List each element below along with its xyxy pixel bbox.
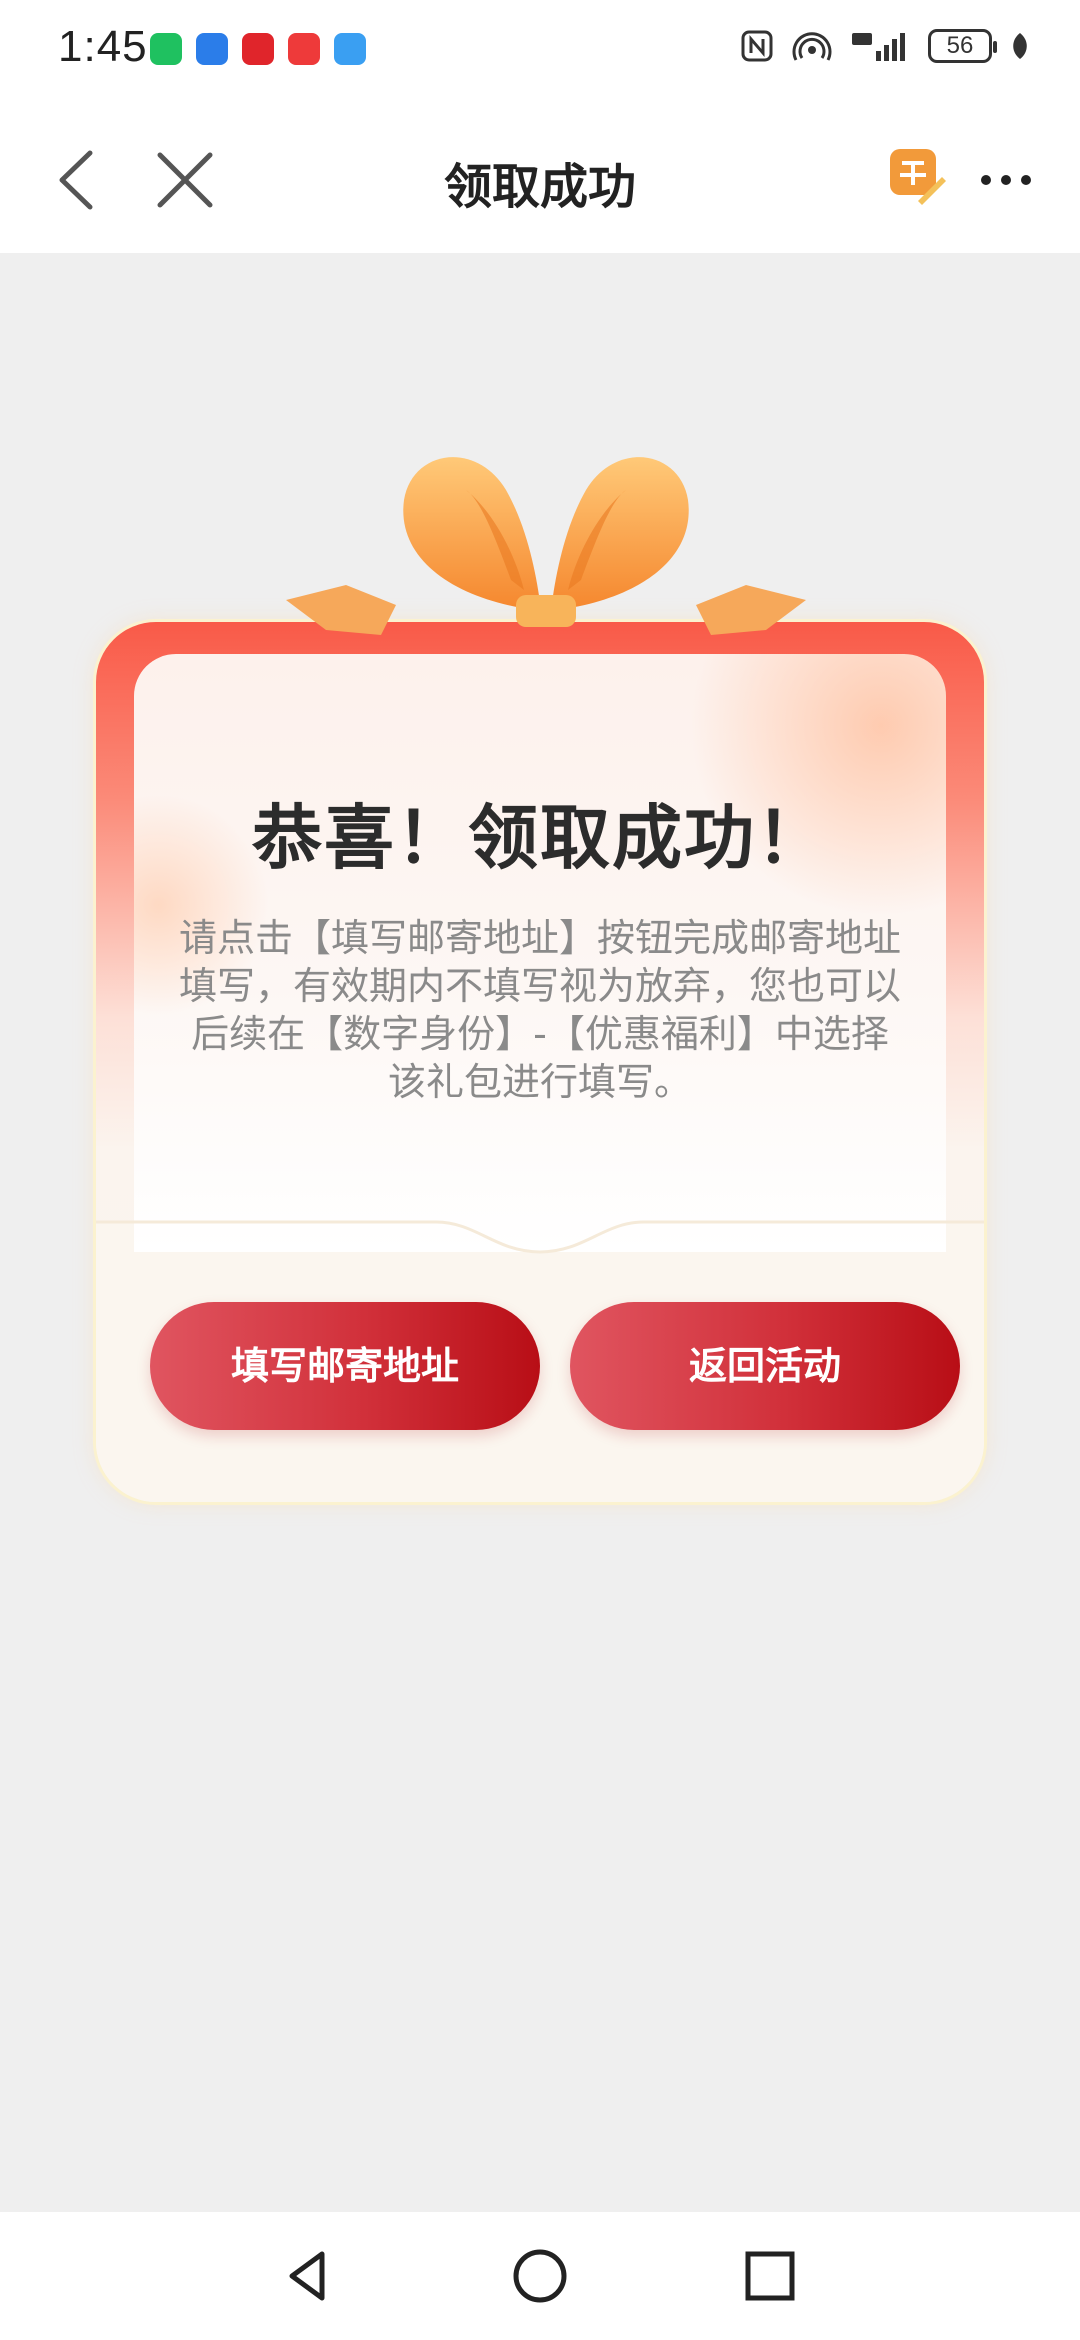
status-app-icons: [150, 33, 366, 65]
yupao-app-icon: [196, 33, 228, 65]
wechat-icon: [150, 33, 182, 65]
system-nav-bar: [0, 2212, 1080, 2340]
weather-icon: [334, 33, 366, 65]
gift-card: 恭喜！领取成功！ 请点击【填写邮寄地址】按钮完成邮寄地址填写，有效期内不填写视为…: [96, 430, 984, 1510]
nav-recent-apps-icon[interactable]: [738, 2244, 802, 2308]
heart-app-icon: [242, 33, 274, 65]
nav-home-icon[interactable]: [508, 2244, 572, 2308]
nav-back-icon[interactable]: [278, 2244, 342, 2308]
battery-indicator: 56: [928, 29, 997, 63]
nfc-icon: [741, 30, 773, 62]
status-bar: 1:45 56: [0, 0, 1080, 105]
red-book-icon: [288, 33, 320, 65]
panel-notch: [96, 1220, 984, 1254]
status-indicators: 56: [740, 28, 1030, 64]
leaf-icon: [1013, 33, 1027, 59]
ribbon-bow-icon: [286, 457, 806, 635]
hotspot-icon: [792, 32, 832, 61]
back-to-event-button[interactable]: 返回活动: [570, 1302, 960, 1430]
title-bar: 领取成功: [0, 105, 1080, 253]
fill-address-button[interactable]: 填写邮寄地址: [150, 1302, 540, 1430]
review-icon[interactable]: [888, 147, 946, 207]
congrats-headline: 恭喜！领取成功！: [252, 797, 828, 879]
instruction-text: 请点击【填写邮寄地址】按钮完成邮寄地址填写，有效期内不填写视为放弃，您也可以后续…: [178, 916, 901, 1104]
status-time: 1:45: [58, 22, 148, 71]
more-icon[interactable]: [976, 155, 1036, 205]
signal-icon: [852, 33, 905, 61]
